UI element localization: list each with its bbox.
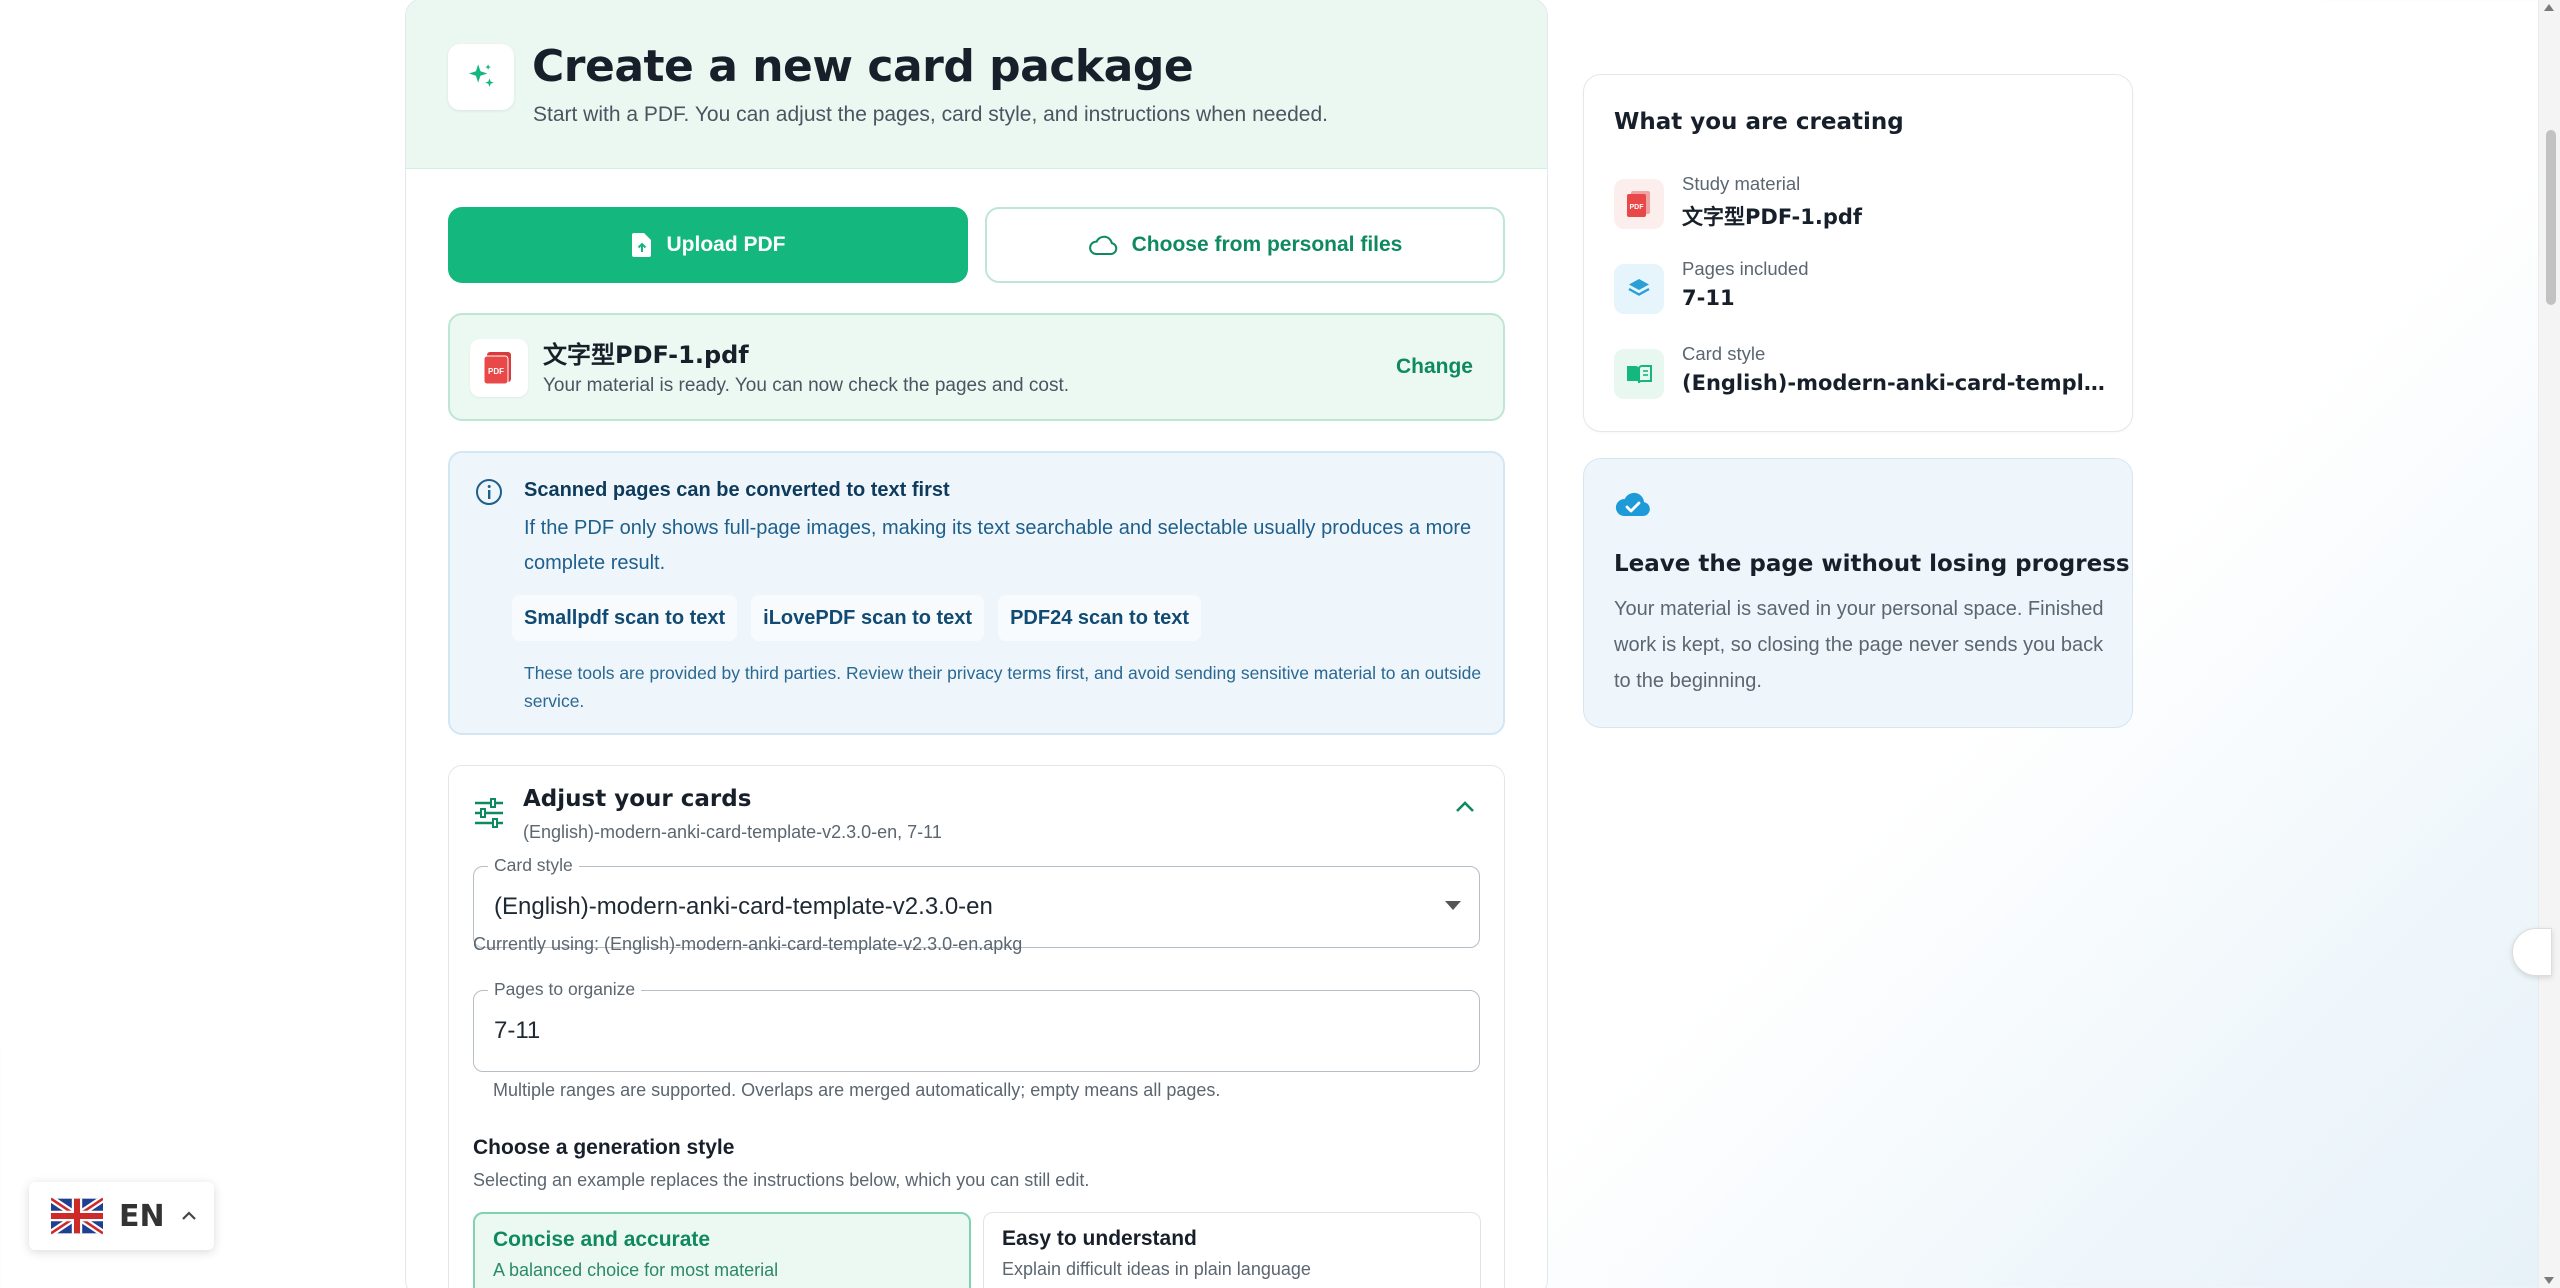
scroll-up-arrow-icon[interactable] [2544,4,2554,11]
summary-row-material: PDF Study material 文字型PDF-1.pdf [1614,173,2114,233]
change-file-button[interactable]: Change [1396,355,1473,379]
summary-row-pages: Pages included 7-11 [1614,258,2114,318]
summary-value: 文字型PDF-1.pdf [1682,205,1863,229]
page-subtitle: Start with a PDF. You can adjust the pag… [533,103,1328,126]
file-name: 文字型PDF-1.pdf [543,341,749,369]
save-card-body: Your material is saved in your personal … [1614,598,2104,692]
creation-summary: What you are creating PDF Study material… [1583,74,2133,432]
upload-pdf-label: Upload PDF [666,233,786,256]
generation-style-title: Choose a generation style [473,1136,735,1159]
notice-title: Scanned pages can be converted to text f… [524,479,950,501]
cloud-icon [1088,235,1117,255]
svg-text:PDF: PDF [488,367,504,376]
summary-label: Pages included [1682,258,1809,279]
book-icon [1614,349,1664,399]
scrollbar-thumb[interactable] [2546,130,2556,305]
pdf-file-icon: PDF [1614,179,1664,229]
summary-label: Card style [1682,343,1766,364]
option-title: Easy to understand [1002,1227,1197,1250]
summary-label: Study material [1682,173,1801,194]
generation-style-subtitle: Selecting an example replaces the instru… [473,1170,1090,1190]
selected-file: PDF 文字型PDF-1.pdf Your material is ready.… [448,313,1505,421]
language-code: EN [119,1198,165,1234]
floating-side-widget[interactable] [2512,928,2552,976]
upload-pdf-button[interactable]: Upload PDF [448,207,968,283]
sliders-icon [475,798,503,828]
tool-link-smallpdf[interactable]: Smallpdf scan to text [512,595,738,641]
pages-label: Pages to organize [488,979,642,1000]
choose-personal-files-label: Choose from personal files [1131,233,1403,256]
notice-body: If the PDF only shows full-page images, … [524,517,1472,574]
create-package-card: Create a new card package Start with a P… [405,0,1548,1288]
pages-value: 7-11 [494,1017,541,1044]
adjust-cards-panel: Adjust your cards (English)-modern-anki-… [448,765,1505,1288]
info-icon [476,479,502,505]
pages-input[interactable]: Pages to organize 7-11 [473,979,1480,1072]
pdf-file-icon: PDF [470,339,528,397]
summary-value: (English)-modern-anki-card-template-v2.3… [1682,371,2112,395]
option-title: Concise and accurate [493,1228,711,1251]
uk-flag-icon [51,1197,103,1235]
scanned-pages-notice: Scanned pages can be converted to text f… [448,451,1505,735]
third-party-note: These tools are provided by third partie… [524,663,1482,711]
adjust-cards-summary: (English)-modern-anki-card-template-v2.3… [523,822,942,842]
save-card-title: Leave the page without losing progress [1614,551,2130,577]
card-style-label: Card style [488,855,579,876]
chevron-up-icon [181,1211,196,1220]
summary-value: 7-11 [1682,286,1735,310]
file-upload-icon [631,233,651,257]
tool-link-pdf24[interactable]: PDF24 scan to text [998,595,1202,641]
tool-link-ilovepdf[interactable]: iLovePDF scan to text [751,595,985,641]
style-option-concise[interactable]: Concise and accurate A balanced choice f… [473,1212,971,1288]
chevron-up-icon[interactable] [1454,800,1476,814]
card-style-helper: Currently using: (English)-modern-anki-c… [473,934,1023,954]
page-title: Create a new card package [532,41,1194,92]
progress-saved-card: Leave the page without losing progress Y… [1583,458,2133,728]
cloud-check-icon [1615,492,1650,516]
caret-down-icon [1445,901,1461,910]
adjust-cards-title: Adjust your cards [523,786,752,812]
svg-text:PDF: PDF [1630,204,1645,211]
card-style-value: (English)-modern-anki-card-template-v2.3… [494,893,993,920]
summary-title: What you are creating [1614,109,1904,135]
style-option-easy[interactable]: Easy to understand Explain difficult ide… [983,1212,1481,1288]
language-switcher[interactable]: EN [29,1182,214,1250]
pages-helper: Multiple ranges are supported. Overlaps … [493,1080,1221,1100]
option-desc: A balanced choice for most material [493,1260,779,1280]
choose-personal-files-button[interactable]: Choose from personal files [985,207,1505,283]
option-desc: Explain difficult ideas in plain languag… [1002,1259,1311,1279]
sparkle-icon [448,44,514,110]
file-status: Your material is ready. You can now chec… [543,375,1069,396]
summary-row-style: Card style (English)-modern-anki-card-te… [1614,343,2114,403]
hero-header: Create a new card package Start with a P… [406,0,1547,169]
scroll-down-arrow-icon[interactable] [2544,1277,2554,1284]
layers-icon [1614,264,1664,314]
page-scrollbar[interactable] [2538,0,2560,1288]
ocr-tool-links: Smallpdf scan to text iLovePDF scan to t… [512,595,1202,641]
